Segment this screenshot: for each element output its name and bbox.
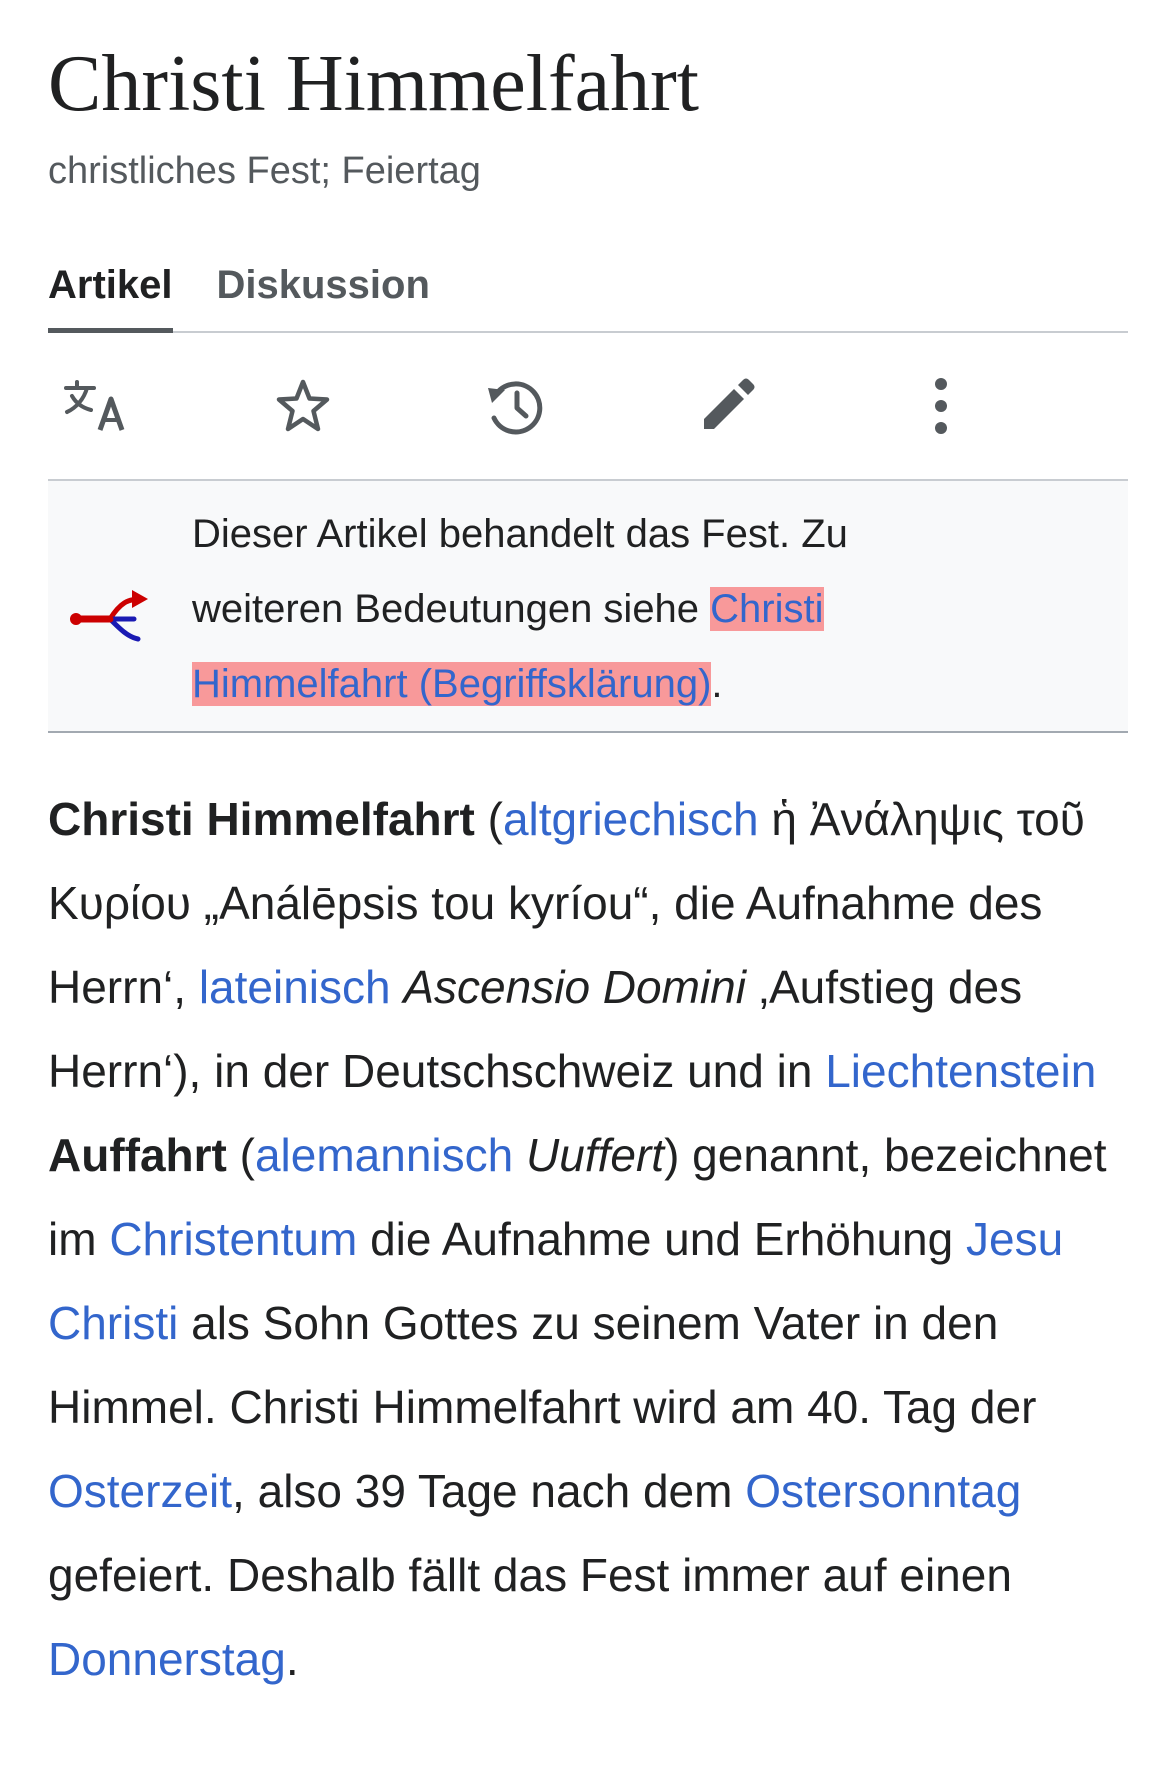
link-alemannisch[interactable]: alemannisch	[255, 1129, 513, 1181]
disambiguation-hatnote: Dieser Artikel behandelt das Fest. Zu we…	[48, 481, 1128, 733]
lead-bold-title: Christi Himmelfahrt	[48, 793, 475, 845]
tab-artikel[interactable]: Artikel	[48, 243, 173, 333]
hatnote-text-after: .	[711, 662, 723, 706]
history-icon[interactable]	[480, 371, 550, 441]
lead-text	[391, 961, 404, 1013]
lead-latin-term: Ascensio Domini	[403, 961, 746, 1013]
lead-uuffert-term: Uuffert	[526, 1129, 665, 1181]
star-icon[interactable]	[268, 371, 338, 441]
lead-text: als Sohn Gottes zu seinem Vater in den H…	[48, 1297, 1037, 1433]
lead-text	[513, 1129, 526, 1181]
lead-text: die Aufnahme und Erhöhung	[357, 1213, 966, 1265]
lead-text: (	[474, 793, 503, 845]
link-altgriechisch[interactable]: altgriechisch	[503, 793, 759, 845]
lead-paragraph: Christi Himmelfahrt (altgriechisch ἡ Ἀνά…	[48, 777, 1128, 1701]
page-title: Christi Himmelfahrt	[48, 40, 700, 128]
lead-text: gefeiert. Deshalb fällt das Fest immer a…	[48, 1549, 1012, 1601]
lead-text: , also 39 Tage nach dem	[232, 1465, 746, 1517]
link-liechtenstein[interactable]: Liechtenstein	[825, 1045, 1096, 1097]
lead-text: (	[226, 1129, 255, 1181]
link-lateinisch[interactable]: lateinisch	[199, 961, 391, 1013]
link-ostersonntag[interactable]: Ostersonntag	[745, 1465, 1021, 1517]
more-vertical-icon[interactable]	[906, 371, 976, 441]
link-donnerstag[interactable]: Donnerstag	[48, 1633, 286, 1685]
tab-diskussion[interactable]: Diskussion	[217, 243, 430, 331]
disambiguation-arrow-icon	[68, 577, 148, 647]
lead-bold-auffahrt: Auffahrt	[48, 1129, 227, 1181]
link-christentum[interactable]: Christentum	[109, 1213, 357, 1265]
lead-text: .	[285, 1633, 299, 1685]
article-page: Christi Himmelfahrt christliches Fest; F…	[48, 0, 1128, 1701]
hatnote-text: Dieser Artikel behandelt das Fest. Zu we…	[192, 497, 992, 722]
page-actions-toolbar	[48, 333, 1128, 481]
language-icon[interactable]	[60, 371, 130, 441]
page-subtitle: christliches Fest; Feiertag	[48, 150, 481, 192]
link-osterzeit[interactable]: Osterzeit	[48, 1465, 232, 1517]
edit-pencil-icon[interactable]	[692, 371, 762, 441]
namespace-tabs: Artikel Diskussion	[48, 243, 1128, 333]
